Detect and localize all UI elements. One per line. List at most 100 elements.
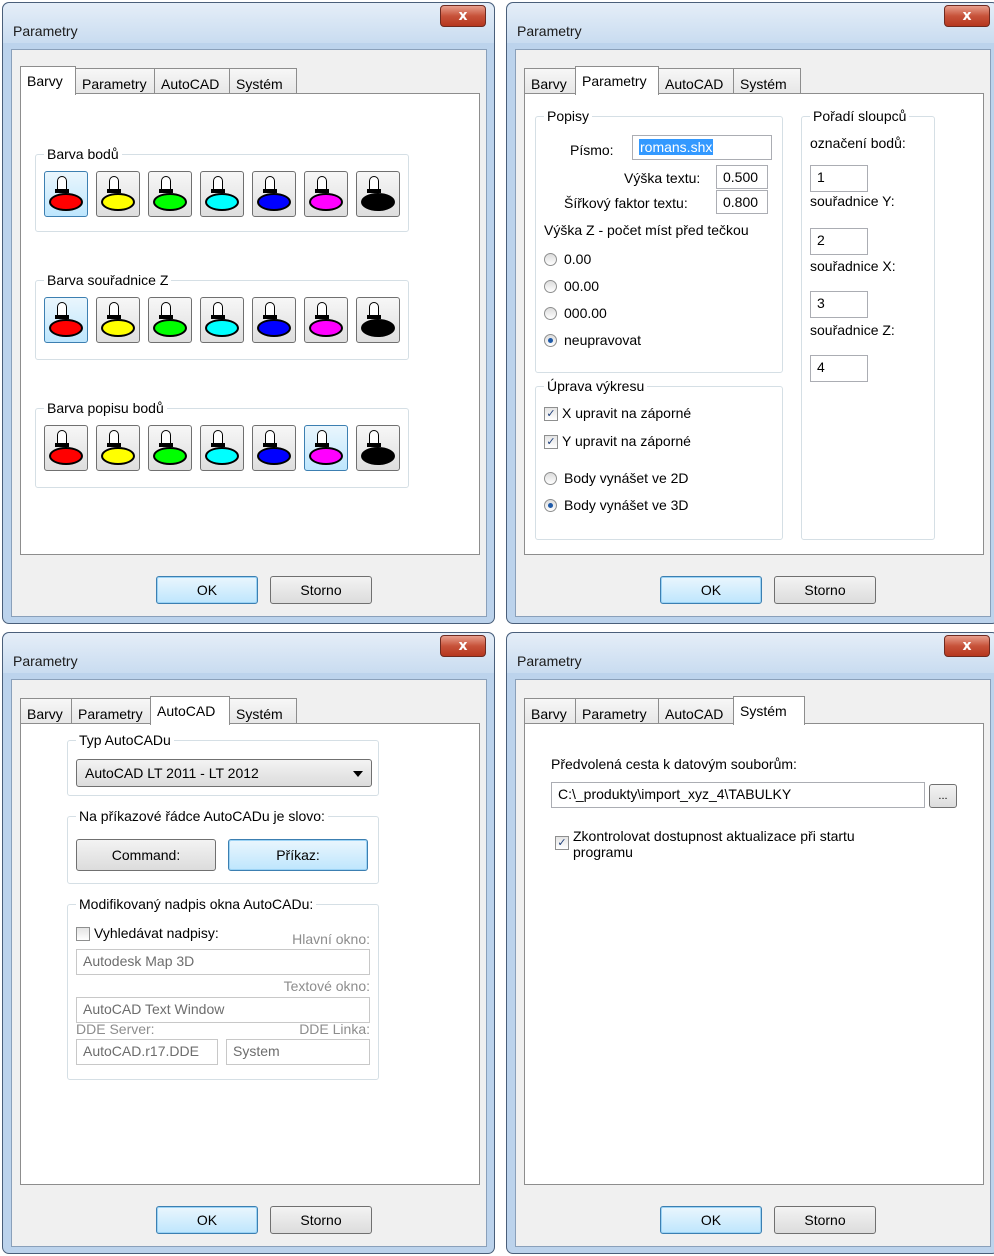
color-button-blue[interactable]	[252, 425, 296, 471]
radio-0-00[interactable]	[544, 253, 557, 266]
dde-server-input[interactable]: AutoCAD.r17.DDE	[76, 1039, 218, 1065]
command-button[interactable]: Command:	[76, 839, 216, 871]
tab-barvy[interactable]: Barvy	[20, 66, 76, 95]
tab-parametry[interactable]: Parametry	[75, 68, 155, 94]
group-title: Barva souřadnice Z	[44, 272, 172, 288]
color-button-yellow[interactable]	[96, 297, 140, 343]
tab-system[interactable]: Systém	[733, 68, 801, 94]
cesta-input[interactable]: C:\_produkty\import_xyz_4\TABULKY	[551, 782, 925, 808]
title-bar[interactable]: Parametry x	[507, 633, 994, 673]
dde-linka-input[interactable]: System	[226, 1039, 370, 1065]
color-button-black[interactable]	[356, 425, 400, 471]
color-button-red[interactable]	[44, 425, 88, 471]
color-button-cyan[interactable]	[200, 425, 244, 471]
y-negative-checkbox[interactable]: ✓	[544, 435, 558, 449]
group-barva-bodu: Barva bodů	[35, 146, 409, 232]
sirka-label: Šířkový faktor textu:	[564, 195, 688, 211]
dialog-parametry: Parametry x Barvy Parametry AutoCAD Syst…	[506, 2, 994, 624]
title-bar[interactable]: Parametry x	[3, 3, 494, 43]
color-button-magenta[interactable]	[304, 425, 348, 471]
zkontrolovat-checkbox[interactable]: ✓	[555, 836, 569, 850]
cancel-button[interactable]: Storno	[270, 576, 372, 604]
color-button-green[interactable]	[148, 171, 192, 217]
vyhledavat-checkbox[interactable]	[76, 927, 90, 941]
color-button-cyan[interactable]	[200, 297, 244, 343]
color-button-magenta[interactable]	[304, 171, 348, 217]
paint-dish-icon	[309, 447, 343, 465]
tab-barvy[interactable]: Barvy	[524, 68, 576, 94]
color-button-blue[interactable]	[252, 171, 296, 217]
close-button[interactable]: x	[944, 5, 990, 27]
poradi-input[interactable]: 1	[810, 165, 868, 192]
tab-autocad[interactable]: AutoCAD	[154, 68, 230, 94]
ok-button[interactable]: OK	[156, 576, 258, 604]
tab-barvy[interactable]: Barvy	[20, 698, 72, 724]
color-button-red[interactable]	[44, 297, 88, 343]
title-bar[interactable]: Parametry x	[507, 3, 994, 43]
vyska-input[interactable]: 0.500	[716, 165, 768, 189]
radio-000-00[interactable]	[544, 307, 557, 320]
poradi-input[interactable]: 4	[810, 355, 868, 382]
cancel-button[interactable]: Storno	[774, 576, 876, 604]
radio-3d[interactable]	[544, 499, 557, 512]
radio-2d[interactable]	[544, 472, 557, 485]
tab-barvy[interactable]: Barvy	[524, 698, 576, 724]
close-button[interactable]: x	[440, 635, 486, 657]
poradi-label: označení bodů:	[810, 135, 906, 151]
color-button-green[interactable]	[148, 297, 192, 343]
paint-dish-icon	[153, 193, 187, 211]
group-uprava-vykresu: Úprava výkresu ✓ X upravit na záporné ✓ …	[535, 378, 783, 540]
x-negative-checkbox[interactable]: ✓	[544, 407, 558, 421]
ok-button[interactable]: OK	[660, 576, 762, 604]
color-button-cyan[interactable]	[200, 171, 244, 217]
radio-00-00[interactable]	[544, 280, 557, 293]
group-title: Úprava výkresu	[544, 378, 648, 394]
cancel-button[interactable]: Storno	[270, 1206, 372, 1234]
tab-system[interactable]: Systém	[229, 698, 297, 724]
color-button-blue[interactable]	[252, 297, 296, 343]
ok-button[interactable]: OK	[156, 1206, 258, 1234]
close-button[interactable]: x	[944, 635, 990, 657]
tab-autocad[interactable]: AutoCAD	[658, 698, 734, 724]
paint-bottle-icon	[57, 430, 67, 444]
paint-bottle-icon	[109, 430, 119, 444]
poradi-input[interactable]: 2	[810, 228, 868, 255]
dialog-autocad: Parametry x Barvy Parametry AutoCAD Syst…	[2, 632, 495, 1254]
group-title: Typ AutoCADu	[76, 732, 174, 748]
tab-system[interactable]: Systém	[733, 696, 805, 725]
autocad-type-value: AutoCAD LT 2011 - LT 2012	[85, 765, 259, 781]
color-button-green[interactable]	[148, 425, 192, 471]
pismo-input[interactable]: romans.shx	[632, 135, 772, 160]
color-button-black[interactable]	[356, 297, 400, 343]
color-button-red[interactable]	[44, 171, 88, 217]
radio-label: 000.00	[564, 305, 607, 321]
autocad-type-select[interactable]: AutoCAD LT 2011 - LT 2012	[76, 759, 372, 787]
color-button-yellow[interactable]	[96, 171, 140, 217]
mode-3d-label: Body vynášet ve 3D	[564, 497, 689, 513]
close-button[interactable]: x	[440, 5, 486, 27]
tab-parametry[interactable]: Parametry	[575, 66, 659, 95]
color-button-magenta[interactable]	[304, 297, 348, 343]
window-title: Parametry	[13, 23, 78, 39]
paint-bottle-icon	[265, 176, 275, 190]
hlavni-okno-input[interactable]: Autodesk Map 3D	[76, 949, 370, 975]
title-bar[interactable]: Parametry x	[3, 633, 494, 673]
tab-autocad[interactable]: AutoCAD	[658, 68, 734, 94]
tab-system[interactable]: Systém	[229, 68, 297, 94]
prikaz-button[interactable]: Příkaz:	[228, 839, 368, 871]
textove-okno-input[interactable]: AutoCAD Text Window	[76, 997, 370, 1023]
ok-button[interactable]: OK	[660, 1206, 762, 1234]
sirka-input[interactable]: 0.800	[716, 190, 768, 214]
group-title: Barva bodů	[44, 146, 122, 162]
radio-neupravovat[interactable]	[544, 334, 557, 347]
tab-parametry[interactable]: Parametry	[575, 698, 659, 724]
tab-parametry[interactable]: Parametry	[71, 698, 151, 724]
color-button-yellow[interactable]	[96, 425, 140, 471]
color-button-black[interactable]	[356, 171, 400, 217]
browse-button[interactable]: ...	[929, 784, 957, 808]
group-title: Pořadí sloupců	[810, 108, 910, 124]
tab-page-parametry: Popisy Písmo: romans.shx Výška textu: 0.…	[524, 93, 984, 555]
poradi-input[interactable]: 3	[810, 291, 868, 318]
cancel-button[interactable]: Storno	[774, 1206, 876, 1234]
tab-autocad[interactable]: AutoCAD	[150, 696, 230, 725]
